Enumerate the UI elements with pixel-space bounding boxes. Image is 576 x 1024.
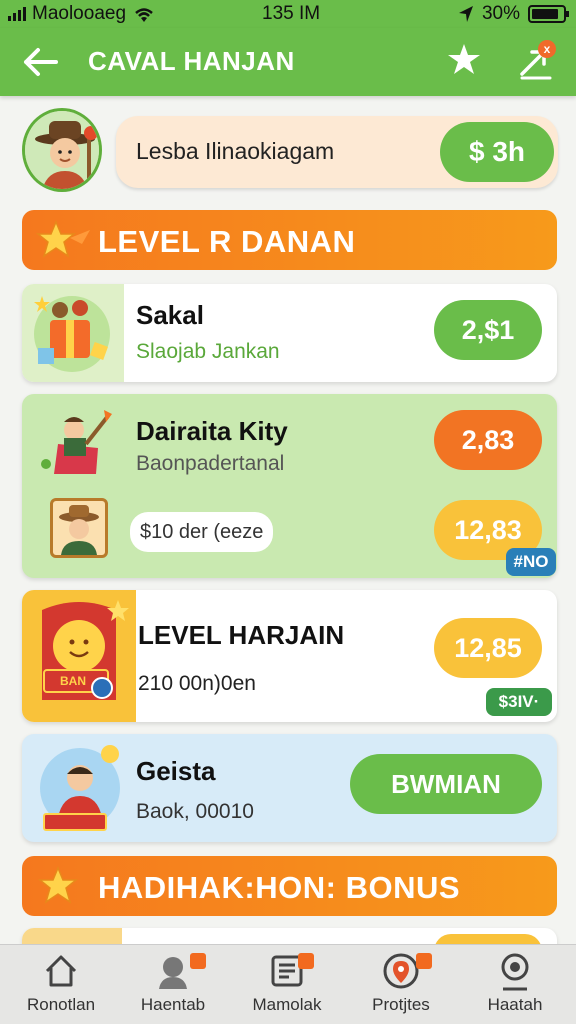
- card-subtitle: 210 00n)0en: [138, 672, 256, 695]
- app-header: CAVAL HANJAN x: [0, 28, 576, 96]
- card-title: Sakal: [136, 300, 204, 330]
- level-banner-label: LEVEL R DANAN: [98, 224, 356, 259]
- favorite-star-icon[interactable]: [444, 40, 484, 80]
- bonus-banner-label: HADIHAK:HON: BONUS: [98, 870, 461, 905]
- sun-emblem-icon: [42, 600, 129, 700]
- notification-badge: [298, 953, 314, 969]
- value-button[interactable]: 12,85: [434, 618, 542, 678]
- nav-label: Haentab: [140, 995, 206, 1014]
- back-arrow-icon[interactable]: [18, 42, 62, 82]
- notification-badge: [416, 953, 432, 969]
- home-icon: [45, 955, 77, 987]
- card-title: Dairaita Kity: [136, 416, 288, 446]
- card-subtitle: Baok, 00010: [136, 800, 254, 823]
- card-subtitle: Baonpadertanal: [136, 452, 285, 475]
- value-button[interactable]: 2,83: [434, 410, 542, 470]
- balance-button[interactable]: $ 3h: [440, 122, 554, 182]
- price-chip[interactable]: $10 der (eeze: [130, 512, 274, 552]
- list-item[interactable]: Dairaita Kity Baonpadertanal 2,83 $10 de…: [22, 394, 557, 578]
- carrier-name: Maolooaeg: [32, 3, 127, 24]
- status-bar: Maolooaeg 135 IM 30%: [0, 0, 576, 28]
- farmer-portrait-icon: [59, 505, 99, 555]
- cowboy-avatar-icon: [25, 111, 99, 189]
- nav-item-home[interactable]: Ronotlan: [6, 951, 116, 1023]
- avatar[interactable]: [22, 108, 102, 192]
- card-title: LEVEL HARJAIN: [138, 620, 345, 650]
- level-banner: LEVEL R DANAN: [22, 210, 557, 270]
- nav-item-haatah[interactable]: Haatah: [460, 951, 570, 1023]
- profile-card[interactable]: Lesba Ilinaokiagam $ 3h: [116, 116, 558, 188]
- map-pin-icon: [383, 953, 419, 989]
- list-item[interactable]: Sakal Slaojab Jankan 2,$1: [22, 284, 557, 382]
- star-burst-icon: [35, 220, 90, 258]
- traveler-thumbnail: [36, 404, 118, 476]
- price-tag: $3IV·: [486, 688, 552, 716]
- profile-icon: [501, 953, 529, 991]
- boy-character-icon: [40, 745, 120, 831]
- character-thumbnail: [36, 740, 132, 836]
- battery-icon: [528, 5, 569, 23]
- gift-box-icon: [34, 296, 110, 372]
- bottom-navigation: Ronotlan Haentab Mamolak Protjtes Haatah: [0, 944, 576, 1024]
- location-icon: [458, 6, 473, 22]
- clock: 135 IM: [262, 3, 321, 24]
- nav-label: Ronotlan: [26, 995, 96, 1014]
- share-button[interactable]: x: [514, 40, 558, 84]
- traveler-icon: [41, 410, 112, 474]
- info-tag: #NO: [506, 548, 556, 576]
- list-item[interactable]: Geista Baok, 00010 BWMIAN: [22, 734, 557, 842]
- nav-item-mamolak[interactable]: Mamolak: [232, 951, 342, 1023]
- nav-item-haentab[interactable]: Haentab: [118, 951, 228, 1023]
- user-icon: [159, 957, 187, 989]
- nav-label: Protjtes: [372, 995, 430, 1014]
- card-subtitle: Slaojab Jankan: [136, 340, 280, 363]
- value-button[interactable]: 2,$1: [434, 300, 542, 360]
- notification-badge: x: [538, 40, 556, 58]
- action-button[interactable]: BWMIAN: [350, 754, 542, 814]
- signal-icon: [8, 7, 26, 21]
- list-item[interactable]: BAN LEVEL HARJAIN 210 00n)0en 12,85 $3IV…: [22, 590, 557, 722]
- sun-badge-thumbnail: BAN: [22, 590, 136, 722]
- emblem-label: BAN: [60, 674, 86, 688]
- battery-percent: 30%: [481, 3, 520, 24]
- nav-label: Haatah: [487, 995, 543, 1014]
- gift-thumbnail: [22, 284, 124, 382]
- wifi-icon: [135, 8, 153, 22]
- notification-badge: [190, 953, 206, 969]
- portrait-frame: [50, 498, 108, 558]
- bonus-banner: HADIHAK:HON: BONUS: [22, 856, 557, 916]
- profile-name: Lesba Ilinaokiagam: [136, 138, 335, 164]
- card-title: Geista: [136, 756, 216, 786]
- nav-item-protjtes[interactable]: Protjtes: [346, 951, 456, 1023]
- nav-label: Mamolak: [252, 995, 322, 1014]
- star-icon: [37, 866, 79, 904]
- page-title: CAVAL HANJAN: [88, 46, 295, 76]
